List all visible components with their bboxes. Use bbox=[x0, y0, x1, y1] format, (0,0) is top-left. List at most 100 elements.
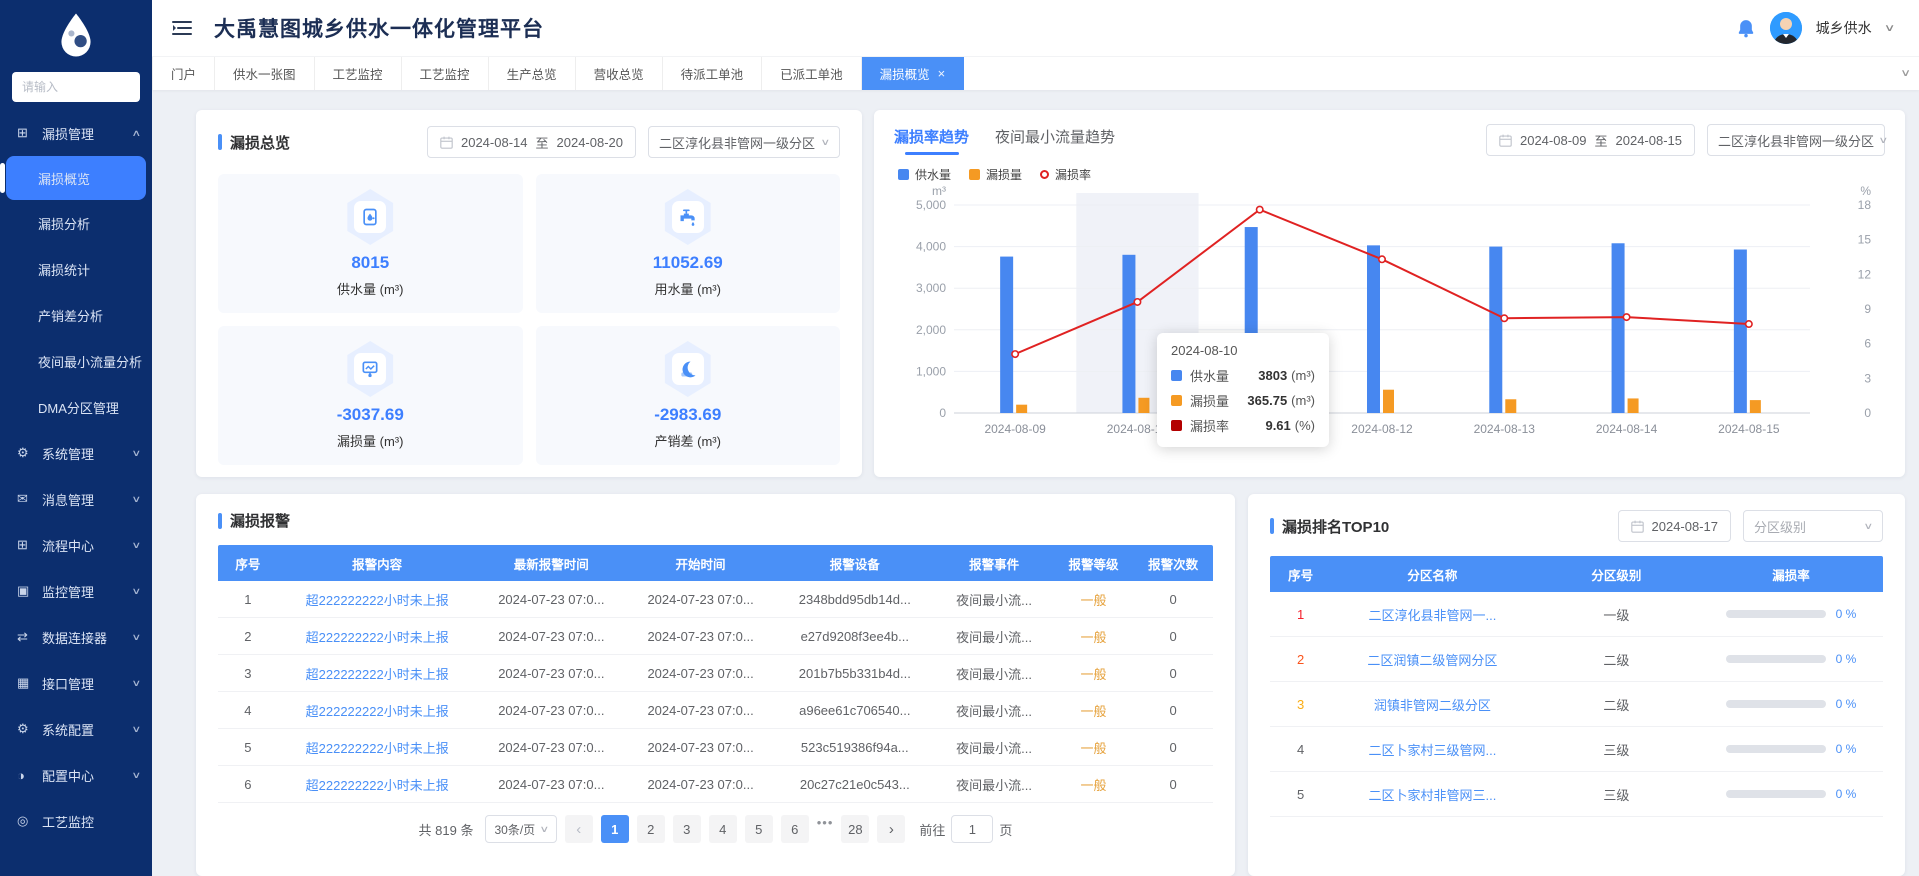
tab-loss-rate-trend[interactable]: 漏损率趋势 bbox=[894, 126, 969, 155]
chevron-down-icon: ∨ bbox=[1878, 135, 1888, 146]
notification-bell-icon[interactable] bbox=[1736, 18, 1756, 39]
goto-page-input[interactable] bbox=[951, 815, 993, 843]
legend-item-漏损率[interactable]: 漏损率 bbox=[1040, 166, 1091, 183]
panel-loss-alarms: 漏损报警 序号报警内容最新报警时间开始时间报警设备报警事件报警等级报警次数 1超… bbox=[196, 494, 1235, 876]
cell-event: 夜间最小流... bbox=[934, 701, 1053, 720]
sidebar-subitem-产销差分析[interactable]: 产销差分析 bbox=[0, 292, 152, 338]
tab-工艺监控[interactable]: 工艺监控 bbox=[315, 57, 402, 90]
cell-alarm-content-link[interactable]: 超222222222小时未上报 bbox=[278, 701, 477, 720]
chevron-down-icon: ∨ bbox=[132, 448, 142, 459]
app-logo bbox=[0, 0, 152, 62]
sidebar-item-消息管理[interactable]: ✉消息管理∨ bbox=[0, 476, 152, 522]
cell-zone-level: 三级 bbox=[1534, 740, 1700, 759]
top10-table: 序号分区名称分区级别漏损率 1二区淳化县非管网一...一级0 %2二区润镇二级管… bbox=[1270, 556, 1883, 817]
tab-night-min-flow-trend[interactable]: 夜间最小流量趋势 bbox=[995, 126, 1115, 155]
tooltip-value: 9.61 bbox=[1265, 418, 1290, 433]
tab-label: 工艺监控 bbox=[420, 64, 470, 83]
water-meter-icon bbox=[354, 201, 386, 233]
page-size-select[interactable]: 30条/页 ∨ bbox=[485, 815, 556, 843]
legend-label: 漏损率 bbox=[1055, 166, 1091, 183]
sidebar-item-数据连接器[interactable]: ⇄数据连接器∨ bbox=[0, 614, 152, 660]
user-avatar[interactable] bbox=[1770, 12, 1802, 44]
top10-date-picker[interactable]: 2024-08-17 bbox=[1618, 510, 1732, 542]
tab-供水一张图[interactable]: 供水一张图 bbox=[215, 57, 315, 90]
legend-square-icon bbox=[898, 169, 909, 180]
tab-营收总览[interactable]: 营收总览 bbox=[576, 57, 663, 90]
tab-工艺监控[interactable]: 工艺监控 bbox=[402, 57, 489, 90]
cell-zone-name-link[interactable]: 二区卜家村非管网三... bbox=[1331, 785, 1533, 804]
tab-已派工单池[interactable]: 已派工单池 bbox=[762, 57, 862, 90]
overview-zone-select[interactable]: 二区淳化县非管网一级分区 ∨ bbox=[648, 126, 840, 158]
sidebar-item-流程中心[interactable]: ⊞流程中心∨ bbox=[0, 522, 152, 568]
cell-latest-time: 2024-07-23 07:0... bbox=[477, 740, 626, 755]
sidebar-subitem-漏损概览[interactable]: 漏损概览 bbox=[6, 156, 146, 200]
loss-rate-trend-chart[interactable]: 01,0002,0003,0004,0005,0000369121518m³%2… bbox=[894, 185, 1877, 449]
page-title: 大禹慧图城乡供水一体化管理平台 bbox=[214, 13, 544, 43]
cell-alarm-content-link[interactable]: 超222222222小时未上报 bbox=[278, 627, 477, 646]
sidebar-subitem-漏损统计[interactable]: 漏损统计 bbox=[0, 246, 152, 292]
page-button-5[interactable]: 5 bbox=[745, 815, 773, 843]
cell-zone-name-link[interactable]: 二区润镇二级管网分区 bbox=[1331, 650, 1533, 669]
page-button-6[interactable]: 6 bbox=[781, 815, 809, 843]
cell-alarm-content-link[interactable]: 超222222222小时未上报 bbox=[278, 590, 477, 609]
cell-zone-name-link[interactable]: 二区淳化县非管网一... bbox=[1331, 605, 1533, 624]
cell-latest-time: 2024-07-23 07:0... bbox=[477, 777, 626, 792]
page-button-2[interactable]: 2 bbox=[637, 815, 665, 843]
trend-zone-select[interactable]: 二区淳化县非管网一级分区 ∨ bbox=[1707, 124, 1885, 156]
overview-date-range-picker[interactable]: 2024-08-14 至 2024-08-20 bbox=[427, 126, 636, 158]
tab-漏损概览[interactable]: 漏损概览× bbox=[862, 57, 965, 90]
sidebar-subitem-漏损分析[interactable]: 漏损分析 bbox=[0, 200, 152, 246]
trend-date-range-picker[interactable]: 2024-08-09 至 2024-08-15 bbox=[1486, 124, 1695, 156]
page-button-4[interactable]: 4 bbox=[709, 815, 737, 843]
collapse-menu-icon[interactable] bbox=[172, 20, 194, 36]
sidebar-item-配置中心[interactable]: ◑配置中心∨ bbox=[0, 752, 152, 798]
panel-loss-overview: 漏损总览 2024-08-14 至 2024-08-20 二区淳化县非管网一级分… bbox=[196, 110, 862, 477]
page-button-1[interactable]: 1 bbox=[601, 815, 629, 843]
cell-no: 5 bbox=[218, 740, 278, 755]
sidebar-item-漏损管理[interactable]: ⊞漏损管理∧ bbox=[0, 110, 152, 156]
top10-level-select[interactable]: 分区级别 ∨ bbox=[1743, 510, 1883, 542]
cell-latest-time: 2024-07-23 07:0... bbox=[477, 703, 626, 718]
cell-alarm-content-link[interactable]: 超222222222小时未上报 bbox=[278, 738, 477, 757]
sidebar-item-label: 数据连接器 bbox=[42, 628, 133, 647]
date-value: 2024-08-17 bbox=[1652, 519, 1719, 534]
sidebar-item-系统配置[interactable]: ⚙系统配置∨ bbox=[0, 706, 152, 752]
mail-icon: ✉ bbox=[17, 491, 33, 507]
cell-zone-name-link[interactable]: 二区卜家村三级管网... bbox=[1331, 740, 1533, 759]
sidebar-item-系统管理[interactable]: ⚙系统管理∨ bbox=[0, 430, 152, 476]
user-menu-chevron-down-icon[interactable]: ∨ bbox=[1883, 23, 1895, 34]
cell-latest-time: 2024-07-23 07:0... bbox=[477, 629, 626, 644]
tab-门户[interactable]: 门户 bbox=[152, 57, 215, 90]
next-page-button[interactable]: › bbox=[877, 815, 905, 843]
legend-item-漏损量[interactable]: 漏损量 bbox=[969, 166, 1022, 183]
svg-text:m³: m³ bbox=[932, 185, 946, 198]
sidebar-item-label: 工艺监控 bbox=[42, 812, 140, 831]
page-button-3[interactable]: 3 bbox=[673, 815, 701, 843]
tab-生产总览[interactable]: 生产总览 bbox=[489, 57, 576, 90]
sidebar-item-接口管理[interactable]: ▦接口管理∨ bbox=[0, 660, 152, 706]
sidebar-subitem-DMA分区管理[interactable]: DMA分区管理 bbox=[0, 384, 152, 430]
tooltip-marker bbox=[1171, 420, 1182, 431]
svg-text:2024-08-15: 2024-08-15 bbox=[1718, 422, 1780, 436]
prev-page-button[interactable]: ‹ bbox=[565, 815, 593, 843]
page-button-28[interactable]: 28 bbox=[841, 815, 869, 843]
cell-alarm-content-link[interactable]: 超222222222小时未上报 bbox=[278, 775, 477, 794]
sidebar-item-工艺监控[interactable]: ◎工艺监控 bbox=[0, 798, 152, 844]
tab-close-icon[interactable]: × bbox=[938, 66, 946, 81]
stat-label: 产销差 (m³) bbox=[655, 431, 721, 450]
stat-card-产销差 (m³): -2983.69产销差 (m³) bbox=[536, 326, 841, 465]
stat-card-用水量 (m³): 11052.69用水量 (m³) bbox=[536, 174, 841, 313]
cell-zone-name-link[interactable]: 润镇非管网二级分区 bbox=[1331, 695, 1533, 714]
tab-待派工单池[interactable]: 待派工单池 bbox=[663, 57, 763, 90]
sidebar-subitem-夜间最小流量分析[interactable]: 夜间最小流量分析 bbox=[0, 338, 152, 384]
sidebar-item-监控管理[interactable]: ▣监控管理∨ bbox=[0, 568, 152, 614]
sidebar-search-input[interactable] bbox=[12, 72, 140, 102]
svg-text:5,000: 5,000 bbox=[916, 198, 946, 212]
loss-rate-value: 0 % bbox=[1836, 697, 1857, 711]
cell-alarm-content-link[interactable]: 超222222222小时未上报 bbox=[278, 664, 477, 683]
tab-overflow-chevron-icon[interactable]: ∨ bbox=[1885, 57, 1919, 90]
legend-item-供水量[interactable]: 供水量 bbox=[898, 166, 951, 183]
tab-label: 待派工单池 bbox=[681, 64, 744, 83]
page-ellipsis[interactable]: ••• bbox=[817, 815, 834, 843]
user-name[interactable]: 城乡供水 bbox=[1816, 18, 1872, 38]
